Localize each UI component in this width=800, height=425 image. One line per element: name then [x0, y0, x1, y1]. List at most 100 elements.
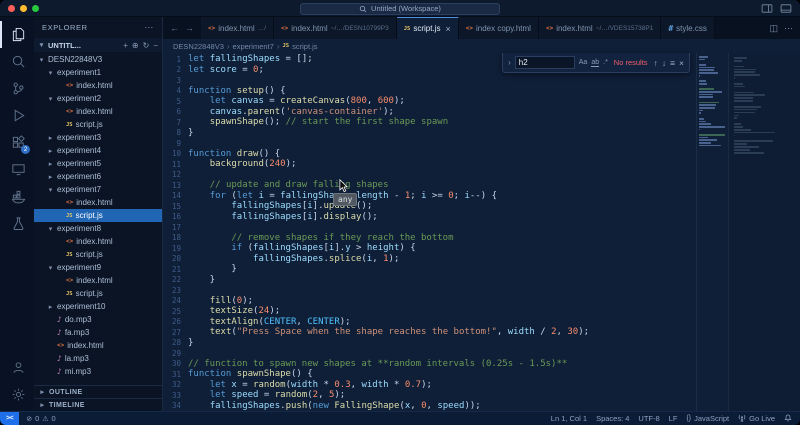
breadcrumb-item-experiment7[interactable]: experiment7 [233, 42, 274, 51]
code-line[interactable]: 14 for (let i = fallingShapes.length - 1… [163, 191, 696, 202]
code-line[interactable]: 12 [163, 170, 696, 181]
code-line[interactable]: 32 let x = random(width * 0.3, width * 0… [163, 380, 696, 391]
section-timeline[interactable]: ▸TIMELINE [34, 398, 162, 411]
code-pane[interactable]: 1let fallingShapes = [];2let score = 0;3… [163, 53, 696, 411]
code-line[interactable]: 19 if (fallingShapes[i].y > height) { [163, 243, 696, 254]
more-actions-icon[interactable]: ⋯ [784, 23, 793, 34]
tree-item-experiment5[interactable]: ▸experiment5 [34, 157, 162, 170]
tree-item-experiment8[interactable]: ▾experiment8 [34, 222, 162, 235]
tree-item-experiment2[interactable]: ▾experiment2 [34, 92, 162, 105]
activity-remote-explorer-icon[interactable] [0, 156, 34, 183]
toggle-replace-icon[interactable]: › [508, 58, 511, 67]
code-line[interactable]: 17 [163, 222, 696, 233]
code-line[interactable]: 27 text("Press Space when the shape reac… [163, 327, 696, 338]
navigate-back-icon[interactable]: ← [170, 23, 179, 33]
tab-style-css[interactable]: #style.css [661, 17, 715, 39]
code-line[interactable]: 29 [163, 348, 696, 359]
tree-item-desn22848v3[interactable]: ▾DESN22848V3 [34, 53, 162, 66]
activity-docker-icon[interactable] [0, 183, 34, 210]
code-line[interactable]: 23 [163, 285, 696, 296]
code-line[interactable]: 34 fallingShapes.push(new FallingShape(x… [163, 401, 696, 412]
breadcrumb-item-script-js[interactable]: script.js [292, 42, 317, 51]
new-file-icon[interactable]: + [123, 41, 128, 50]
tree-item-experiment4[interactable]: ▸experiment4 [34, 144, 162, 157]
tree-item-index-html[interactable]: <>index.html [34, 105, 162, 118]
tree-item-script-js[interactable]: JSscript.js [34, 118, 162, 131]
customize-layout-icon[interactable] [780, 4, 792, 13]
views-more-actions-icon[interactable]: ⋯ [144, 22, 154, 33]
code-line[interactable]: 3 [163, 75, 696, 86]
refresh-icon[interactable]: ↻ [143, 41, 150, 50]
activity-extensions-icon[interactable]: 2 [0, 129, 34, 156]
code-line[interactable]: 18 // remove shapes if they reach the bo… [163, 233, 696, 244]
toggle-panel-icon[interactable] [761, 4, 773, 13]
tree-item-experiment9[interactable]: ▾experiment9 [34, 261, 162, 274]
tree-item-experiment7[interactable]: ▾experiment7 [34, 183, 162, 196]
code-line[interactable]: 8} [163, 128, 696, 139]
code-line[interactable]: 25 textSize(24); [163, 306, 696, 317]
split-editor-icon[interactable]: ◫ [769, 23, 778, 34]
tree-item-la-mp3[interactable]: ♪la.mp3 [34, 352, 162, 365]
find-in-selection-button[interactable]: ≡ [670, 58, 675, 68]
code-line[interactable]: 28} [163, 338, 696, 349]
close-find-button[interactable]: × [679, 58, 684, 68]
tree-item-index-html[interactable]: <>index.html [34, 339, 162, 352]
close-tab-icon[interactable]: × [445, 24, 450, 34]
activity-source-control-icon[interactable] [0, 75, 34, 102]
code-line[interactable]: 16 fallingShapes[i].display(); [163, 212, 696, 223]
status-notifications[interactable] [784, 414, 792, 424]
tab-index-html[interactable]: <>index.html~/…/VDES15738P1 [539, 17, 661, 39]
match-case-toggle[interactable]: Aa [579, 59, 588, 66]
code-line[interactable]: 31function spawnShape() { [163, 369, 696, 380]
code-line[interactable]: 20 fallingShapes.splice(i, 1); [163, 254, 696, 265]
section-outline[interactable]: ▸OUTLINE [34, 385, 162, 398]
code-line[interactable]: 30// function to spawn new shapes at **r… [163, 359, 696, 370]
status-cursor-position[interactable]: Ln 1, Col 1 [551, 414, 587, 423]
activity-account-icon[interactable] [0, 354, 34, 381]
next-match-button[interactable]: ↓ [662, 58, 666, 68]
maximize-window-button[interactable] [32, 5, 39, 12]
whole-word-toggle[interactable]: ab [591, 59, 599, 67]
code-line[interactable]: 22 } [163, 275, 696, 286]
navigate-forward-icon[interactable]: → [185, 23, 194, 33]
code-line[interactable]: 7 spawnShape(); // start the first shape… [163, 117, 696, 128]
tree-item-index-html[interactable]: <>index.html [34, 274, 162, 287]
close-window-button[interactable] [8, 5, 15, 12]
previous-match-button[interactable]: ↑ [654, 58, 658, 68]
tree-item-do-mp3[interactable]: ♪do.mp3 [34, 313, 162, 326]
regex-toggle[interactable]: .* [603, 59, 608, 66]
tree-item-experiment1[interactable]: ▾experiment1 [34, 66, 162, 79]
minimap[interactable] [696, 53, 728, 411]
collapse-folders-icon[interactable]: − [153, 41, 158, 50]
tree-item-experiment3[interactable]: ▸experiment3 [34, 131, 162, 144]
tree-item-experiment10[interactable]: ▸experiment10 [34, 300, 162, 313]
activity-explorer-icon[interactable] [0, 21, 34, 48]
breadcrumb-item-desn22848v3[interactable]: DESN22848V3 [173, 42, 224, 51]
tree-item-script-js[interactable]: JSscript.js [34, 287, 162, 300]
tree-item-index-html[interactable]: <>index.html [34, 79, 162, 92]
code-editor[interactable]: 1let fallingShapes = [];2let score = 0;3… [163, 53, 800, 411]
code-line[interactable]: 21 } [163, 264, 696, 275]
activity-run-and-debug-icon[interactable] [0, 102, 34, 129]
status-indentation[interactable]: Spaces: 4 [596, 414, 629, 423]
activity-settings-icon[interactable] [0, 381, 34, 408]
code-line[interactable]: 4function setup() { [163, 86, 696, 97]
minimize-window-button[interactable] [20, 5, 27, 12]
command-center[interactable]: Untitled (Workspace) [300, 3, 500, 15]
code-line[interactable]: 11 background(240); [163, 159, 696, 170]
code-line[interactable]: 10function draw() { [163, 149, 696, 160]
status-language-mode[interactable]: {}JavaScript [686, 414, 729, 423]
status-go-live[interactable]: Go Live [738, 414, 775, 424]
remote-indicator[interactable]: >< [0, 412, 19, 425]
status-encoding[interactable]: UTF-8 [638, 414, 659, 423]
code-line[interactable]: 9 [163, 138, 696, 149]
status-eol[interactable]: LF [669, 414, 678, 423]
tab-index-html[interactable]: <>index.html…/ [201, 17, 274, 39]
find-input[interactable] [515, 56, 575, 69]
problems-indicator[interactable]: ⊘ 0 ⚠ 0 [19, 414, 63, 423]
code-line[interactable]: 24 fill(0); [163, 296, 696, 307]
tree-item-fa-mp3[interactable]: ♪fa.mp3 [34, 326, 162, 339]
workspace-section-header[interactable]: ▾ UNTITL... +⊕↻− [34, 38, 162, 52]
activity-testing-icon[interactable] [0, 210, 34, 237]
code-line[interactable]: 5 let canvas = createCanvas(800, 600); [163, 96, 696, 107]
